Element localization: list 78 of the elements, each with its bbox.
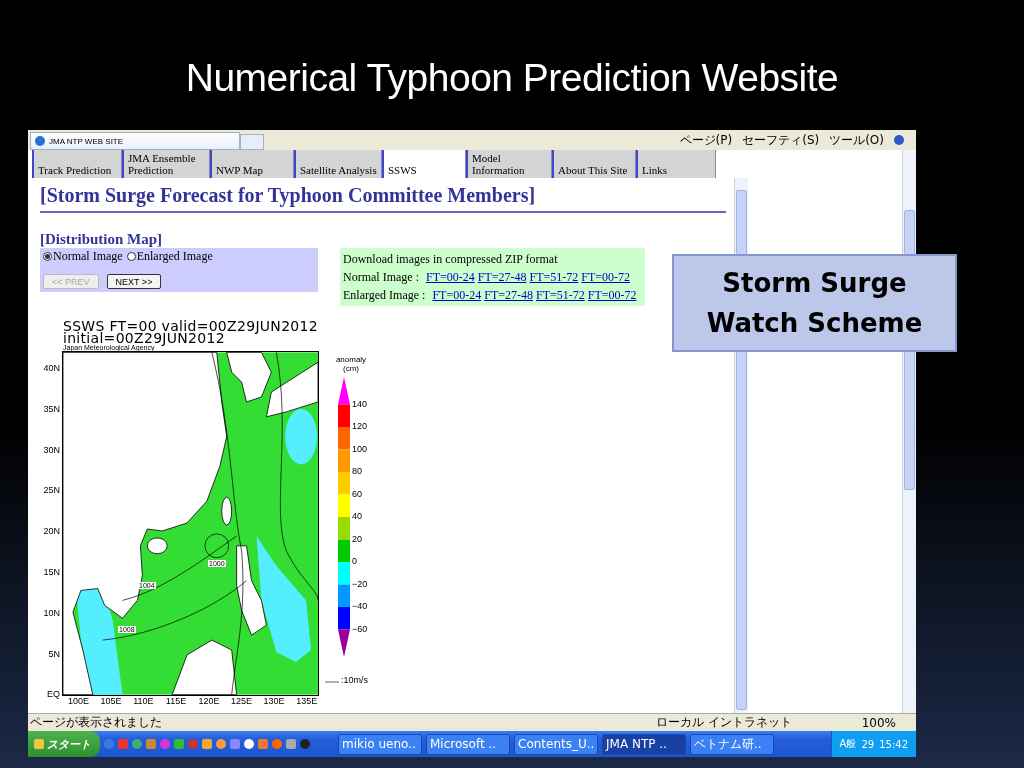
nav-tab[interactable]: JMA Ensemble Prediction — [122, 150, 210, 178]
taskbar-button[interactable]: ベトナム研.. — [690, 733, 774, 755]
nav-tab[interactable]: NWP Map — [210, 150, 294, 178]
toolbar-menu[interactable]: ツール(O) — [829, 131, 884, 149]
latitude-label: 10N — [43, 607, 60, 618]
clock: 15:42 — [879, 738, 908, 750]
new-tab-button[interactable] — [240, 134, 264, 150]
legend-label: 120 — [352, 421, 368, 431]
toolbar-menu[interactable]: セーフティ(S) — [742, 131, 820, 149]
nav-tab[interactable]: Track Prediction — [32, 150, 122, 178]
radio-button[interactable] — [126, 252, 136, 261]
longitude-label: 110E — [133, 696, 154, 706]
legend-label: −40 — [352, 601, 368, 611]
download-link[interactable]: FT=27-48 — [477, 268, 527, 286]
slide-title: Numerical Typhoon Prediction Website — [185, 55, 839, 101]
legend-label: −60 — [352, 623, 368, 634]
nav-tab[interactable]: Links — [636, 150, 716, 178]
taskbar-button[interactable]: Microsoft .. — [426, 733, 510, 755]
legend-label: 80 — [352, 466, 362, 476]
download-link[interactable]: FT=00-72 — [587, 286, 637, 304]
latitude-label: EQ — [47, 689, 60, 700]
longitude-label: 130E — [263, 696, 285, 706]
nav-button[interactable]: NEXT >> — [106, 274, 162, 289]
radio-label: Enlarged Image — [136, 249, 213, 264]
latitude-label: 20N — [43, 526, 60, 537]
browser-tab[interactable]: JMA NTP WEB SITE — [30, 132, 240, 150]
nav-tab[interactable]: Model Information — [466, 150, 552, 178]
latitude-label: 35N — [43, 403, 60, 414]
download-label: Normal Image : — [343, 269, 419, 286]
latitude-label: 30N — [43, 444, 60, 455]
page-heading: [Storm Surge Forecast for Typhoon Committee Members] — [40, 184, 726, 213]
longitude-label: 115E — [165, 696, 187, 706]
browser-icon — [35, 136, 45, 146]
nav-tab[interactable]: Satellite Analysis — [294, 150, 382, 178]
longitude-label: 105E — [100, 696, 122, 706]
nav-tab[interactable]: About This Site — [552, 150, 636, 178]
help-icon[interactable] — [894, 135, 904, 145]
zone-text: ローカル イントラネット — [655, 714, 792, 731]
longitude-label: 120E — [198, 696, 220, 706]
zoom-level[interactable]: 100% — [861, 715, 896, 730]
download-link[interactable]: FT=51-72 — [536, 286, 585, 304]
legend-title: anomaly (cm) — [334, 355, 368, 373]
wind-scale-label: :10m/s — [341, 675, 368, 685]
date-label: 29 — [861, 738, 875, 750]
download-title: Download images in compressed ZIP format — [343, 251, 559, 268]
legend-label: 60 — [352, 488, 362, 499]
map-title: SSWS FT=00 valid=00Z29JUN2012 — [63, 320, 319, 332]
taskbar-button[interactable]: mikio ueno.. — [338, 733, 422, 755]
taskbar-button[interactable]: Contents_U.. — [514, 733, 598, 755]
legend-label: 140 — [352, 398, 368, 409]
legend-label: 100 — [352, 443, 368, 454]
download-link[interactable]: FT=00-24 — [426, 268, 475, 286]
longitude-label: 135E — [296, 696, 318, 706]
longitude-label: 100E — [68, 696, 90, 706]
status-text: ページが表示されました — [30, 714, 162, 731]
toolbar-menu[interactable]: ページ(P) — [679, 131, 733, 149]
legend-label: 20 — [352, 533, 362, 544]
latitude-label: 5N — [48, 648, 60, 659]
taskbar-button[interactable]: JMA NTP .. — [602, 733, 686, 755]
radio-label: Normal Image — [53, 249, 123, 264]
latitude-label: 15N — [43, 567, 60, 577]
download-link[interactable]: FT=27-48 — [484, 286, 533, 304]
download-link[interactable]: FT=51-72 — [529, 268, 579, 286]
legend-label: 40 — [352, 511, 362, 521]
longitude-label: 125E — [231, 696, 253, 706]
legend-label: −20 — [352, 578, 368, 589]
map-subtitle: initial=00Z29JUN2012 — [63, 332, 225, 344]
download-link[interactable]: FT=00-24 — [432, 286, 482, 304]
latitude-label: 25N — [43, 485, 60, 496]
download-label: Enlarged Image : — [343, 287, 426, 304]
latitude-label: 40N — [43, 363, 60, 373]
nav-tab[interactable]: SSWS — [382, 150, 466, 178]
callout-tooltip: Storm Surge Watch Scheme — [672, 254, 957, 352]
legend-label: 0 — [352, 556, 357, 566]
radio-button[interactable] — [43, 252, 52, 261]
wind-scale-icon — [325, 680, 339, 684]
section-heading: [Distribution Map] — [40, 231, 164, 248]
download-link[interactable]: FT=00-72 — [581, 268, 631, 286]
